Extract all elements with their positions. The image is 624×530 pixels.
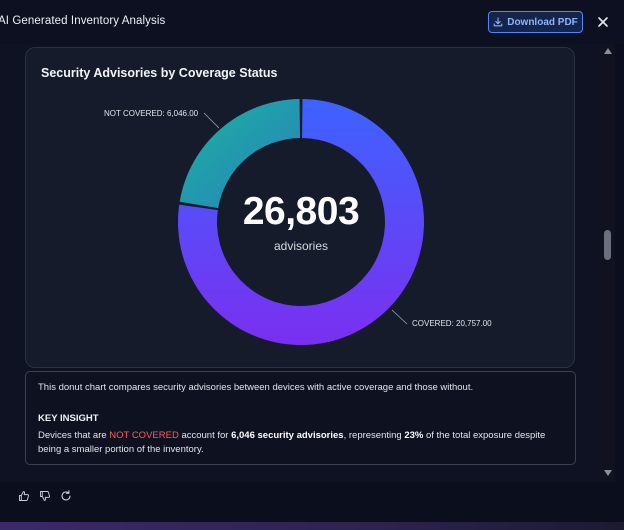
not-covered-slice-label: NOT COVERED: 6,046.00 [104, 109, 199, 118]
refresh-icon[interactable] [60, 490, 72, 502]
download-pdf-button[interactable]: Download PDF [488, 11, 583, 33]
key-insight-text: Devices that are NOT COVERED account for… [38, 429, 568, 457]
dialog-header: AI Generated Inventory Analysis Download… [0, 0, 624, 44]
scroll-up-arrow-icon[interactable] [604, 48, 612, 54]
total-advisories-unit: advisories [273, 239, 329, 253]
chart-card: Security Advisories by Coverage Status N… [25, 47, 575, 368]
vertical-scrollbar[interactable] [600, 44, 615, 482]
chart-description-box: This donut chart compares security advis… [25, 371, 576, 465]
key-insight-heading: KEY INSIGHT [38, 413, 99, 424]
insight-text-part: Devices that are [38, 430, 110, 441]
thumbs-up-icon[interactable] [18, 490, 30, 502]
total-advisories-value: 26,803 [242, 190, 360, 233]
bottom-accent-strip [0, 522, 624, 530]
advisories-count-bold: 6,046 security advisories [231, 430, 344, 441]
not-covered-leader-line [203, 112, 220, 129]
insight-text-part: account for [178, 430, 232, 441]
exposure-percent-bold: 23% [404, 430, 424, 441]
thumbs-down-icon[interactable] [39, 490, 51, 502]
feedback-actions [0, 482, 624, 522]
download-icon [493, 17, 503, 27]
close-icon[interactable] [597, 16, 609, 28]
scroll-down-arrow-icon[interactable] [604, 470, 612, 476]
not-covered-highlight: NOT COVERED [109, 430, 179, 441]
download-pdf-label: Download PDF [507, 16, 578, 28]
insight-text-part: , representing [343, 430, 405, 441]
dialog-title: AI Generated Inventory Analysis [0, 15, 166, 27]
chart-description: This donut chart compares security advis… [38, 382, 474, 393]
scrollbar-thumb[interactable] [604, 230, 611, 260]
covered-leader-line [391, 309, 408, 325]
covered-slice-label: COVERED: 20,757.00 [412, 319, 492, 328]
